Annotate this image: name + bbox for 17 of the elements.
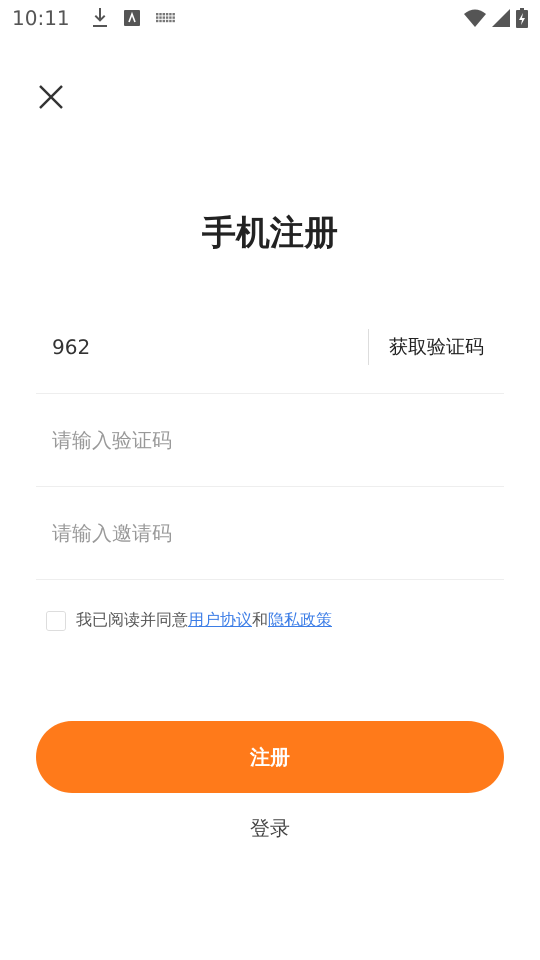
battery-icon — [516, 8, 528, 28]
phone-field[interactable]: 962 — [36, 327, 368, 367]
agreement-text: 我已阅读并同意用户协议和隐私政策 — [76, 610, 332, 631]
get-code-button[interactable]: 获取验证码 — [368, 329, 504, 365]
agree-checkbox[interactable] — [46, 610, 66, 630]
policy-link[interactable]: 用户协议 — [188, 610, 252, 629]
policy-link[interactable]: 隐私政策 — [268, 610, 332, 629]
input-field[interactable]: 请输入验证码 — [36, 420, 504, 460]
signal-icon — [492, 9, 510, 27]
input-field[interactable]: 请输入邀请码 — [36, 513, 504, 553]
keyboard-icon — [156, 13, 176, 23]
text-icon — [124, 10, 140, 26]
download-icon — [92, 8, 108, 28]
status-time: 10:11 — [12, 6, 70, 30]
login-link[interactable]: 登录 — [250, 815, 290, 842]
wifi-icon — [464, 9, 486, 27]
page-title: 手机注册 — [201, 212, 339, 255]
